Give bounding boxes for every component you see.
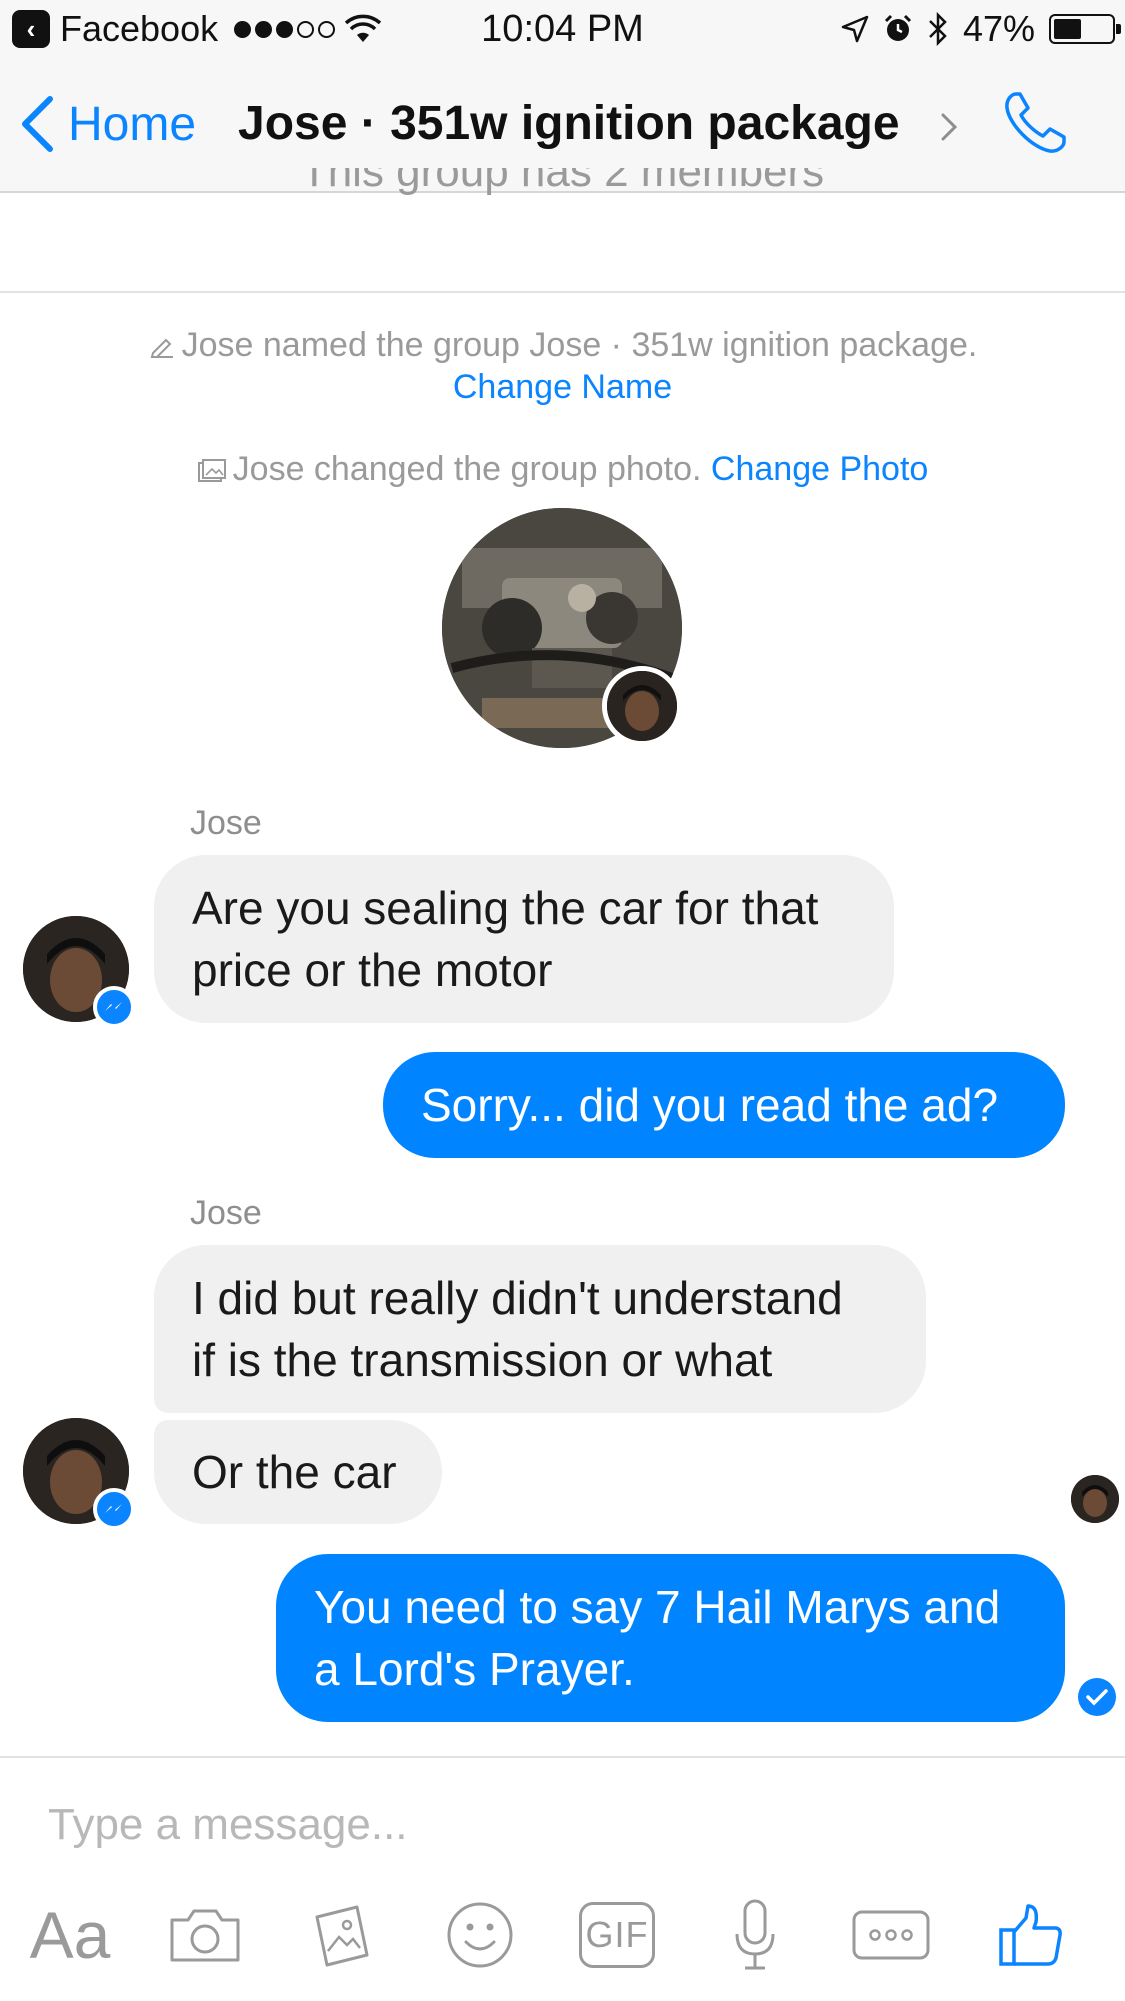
status-bar: ‹ Facebook 10:04 PM 47% — [0, 0, 1125, 60]
composer-divider — [0, 1756, 1125, 1758]
alarm-icon — [884, 14, 911, 41]
camera-icon — [170, 1909, 240, 1962]
chevron-left-icon — [22, 96, 53, 152]
outgoing-message-bubble[interactable]: You need to say 7 Hail Marys and a Lord'… — [276, 1554, 1065, 1722]
group-members-info: This group has 2 members — [300, 168, 825, 196]
message-line: You need to say 7 Hail Marys and — [314, 1581, 1001, 1633]
change-name-row: Change Name — [0, 368, 1125, 407]
outgoing-message-bubble[interactable]: Sorry... did you read the ad? — [383, 1052, 1065, 1158]
text-format-label: Aa — [29, 1898, 111, 1972]
message-line: I did but really didn't understand — [192, 1272, 843, 1324]
status-bar-right: 47% — [841, 8, 1121, 50]
thumbs-up-icon — [999, 1904, 1062, 1966]
rename-event: Jose named the group Jose · 351w ignitio… — [0, 326, 1125, 365]
message-sender-name: Jose — [190, 1194, 262, 1232]
voice-button[interactable] — [730, 1890, 780, 1980]
like-button[interactable] — [998, 1890, 1064, 1980]
conversation-title[interactable]: Jose · 351w ignition package — [238, 96, 900, 151]
incoming-message-bubble[interactable]: I did but really didn't understand if is… — [154, 1245, 926, 1413]
delivered-check-icon — [1078, 1678, 1116, 1716]
incoming-message-bubble[interactable]: Or the car — [154, 1420, 442, 1524]
battery-percent: 47% — [962, 8, 1035, 49]
rename-event-text: Jose named the group Jose · 351w ignitio… — [181, 326, 978, 364]
message-input[interactable]: Type a message... — [48, 1800, 408, 1850]
text-format-button[interactable]: Aa — [26, 1890, 114, 1980]
photo-event: Jose changed the group photo. Change Pho… — [0, 450, 1125, 489]
group-photo-changer-avatar — [602, 666, 682, 746]
home-back-button[interactable]: Home — [20, 96, 196, 152]
seen-by-avatar — [1071, 1475, 1119, 1523]
message-line: if is the transmission or what — [192, 1334, 773, 1386]
emoji-button[interactable] — [444, 1890, 516, 1980]
change-photo-link[interactable]: Change Photo — [711, 450, 928, 488]
gif-label: GIF — [585, 1914, 649, 1955]
incoming-message-bubble[interactable]: Are you sealing the car for that price o… — [154, 855, 894, 1023]
message-line: Sorry... did you read the ad? — [421, 1079, 999, 1131]
more-options-button[interactable] — [852, 1890, 930, 1980]
camera-button[interactable] — [166, 1890, 244, 1980]
battery-icon — [1049, 14, 1121, 44]
composer-toolbar: Aa GIF — [0, 1890, 1125, 1980]
photo-gallery-icon — [315, 1905, 369, 1967]
message-line: a Lord's Prayer. — [314, 1643, 635, 1695]
gallery-button[interactable] — [308, 1890, 378, 1980]
microphone-icon — [735, 1899, 775, 1970]
message-line: Are you sealing the car for that — [192, 882, 819, 934]
more-icon — [852, 1910, 930, 1960]
phone-call-icon[interactable] — [1002, 90, 1068, 156]
photo-event-text: Jose changed the group photo. — [232, 450, 702, 488]
bluetooth-icon — [929, 12, 947, 46]
home-back-label: Home — [68, 97, 197, 151]
messenger-badge-icon — [93, 986, 135, 1028]
divider — [0, 291, 1125, 293]
photo-icon — [197, 459, 226, 483]
message-line: price or the motor — [192, 944, 553, 996]
smiley-icon — [447, 1902, 513, 1968]
message-sender-name: Jose — [190, 804, 262, 842]
gif-button[interactable]: GIF — [578, 1890, 656, 1980]
pencil-icon — [150, 338, 173, 359]
gif-icon: GIF — [579, 1902, 655, 1968]
messenger-badge-icon — [93, 1488, 135, 1530]
chevron-right-icon[interactable] — [940, 112, 958, 142]
location-icon — [841, 15, 869, 43]
change-name-link[interactable]: Change Name — [453, 368, 672, 406]
message-line: Or the car — [192, 1446, 397, 1498]
